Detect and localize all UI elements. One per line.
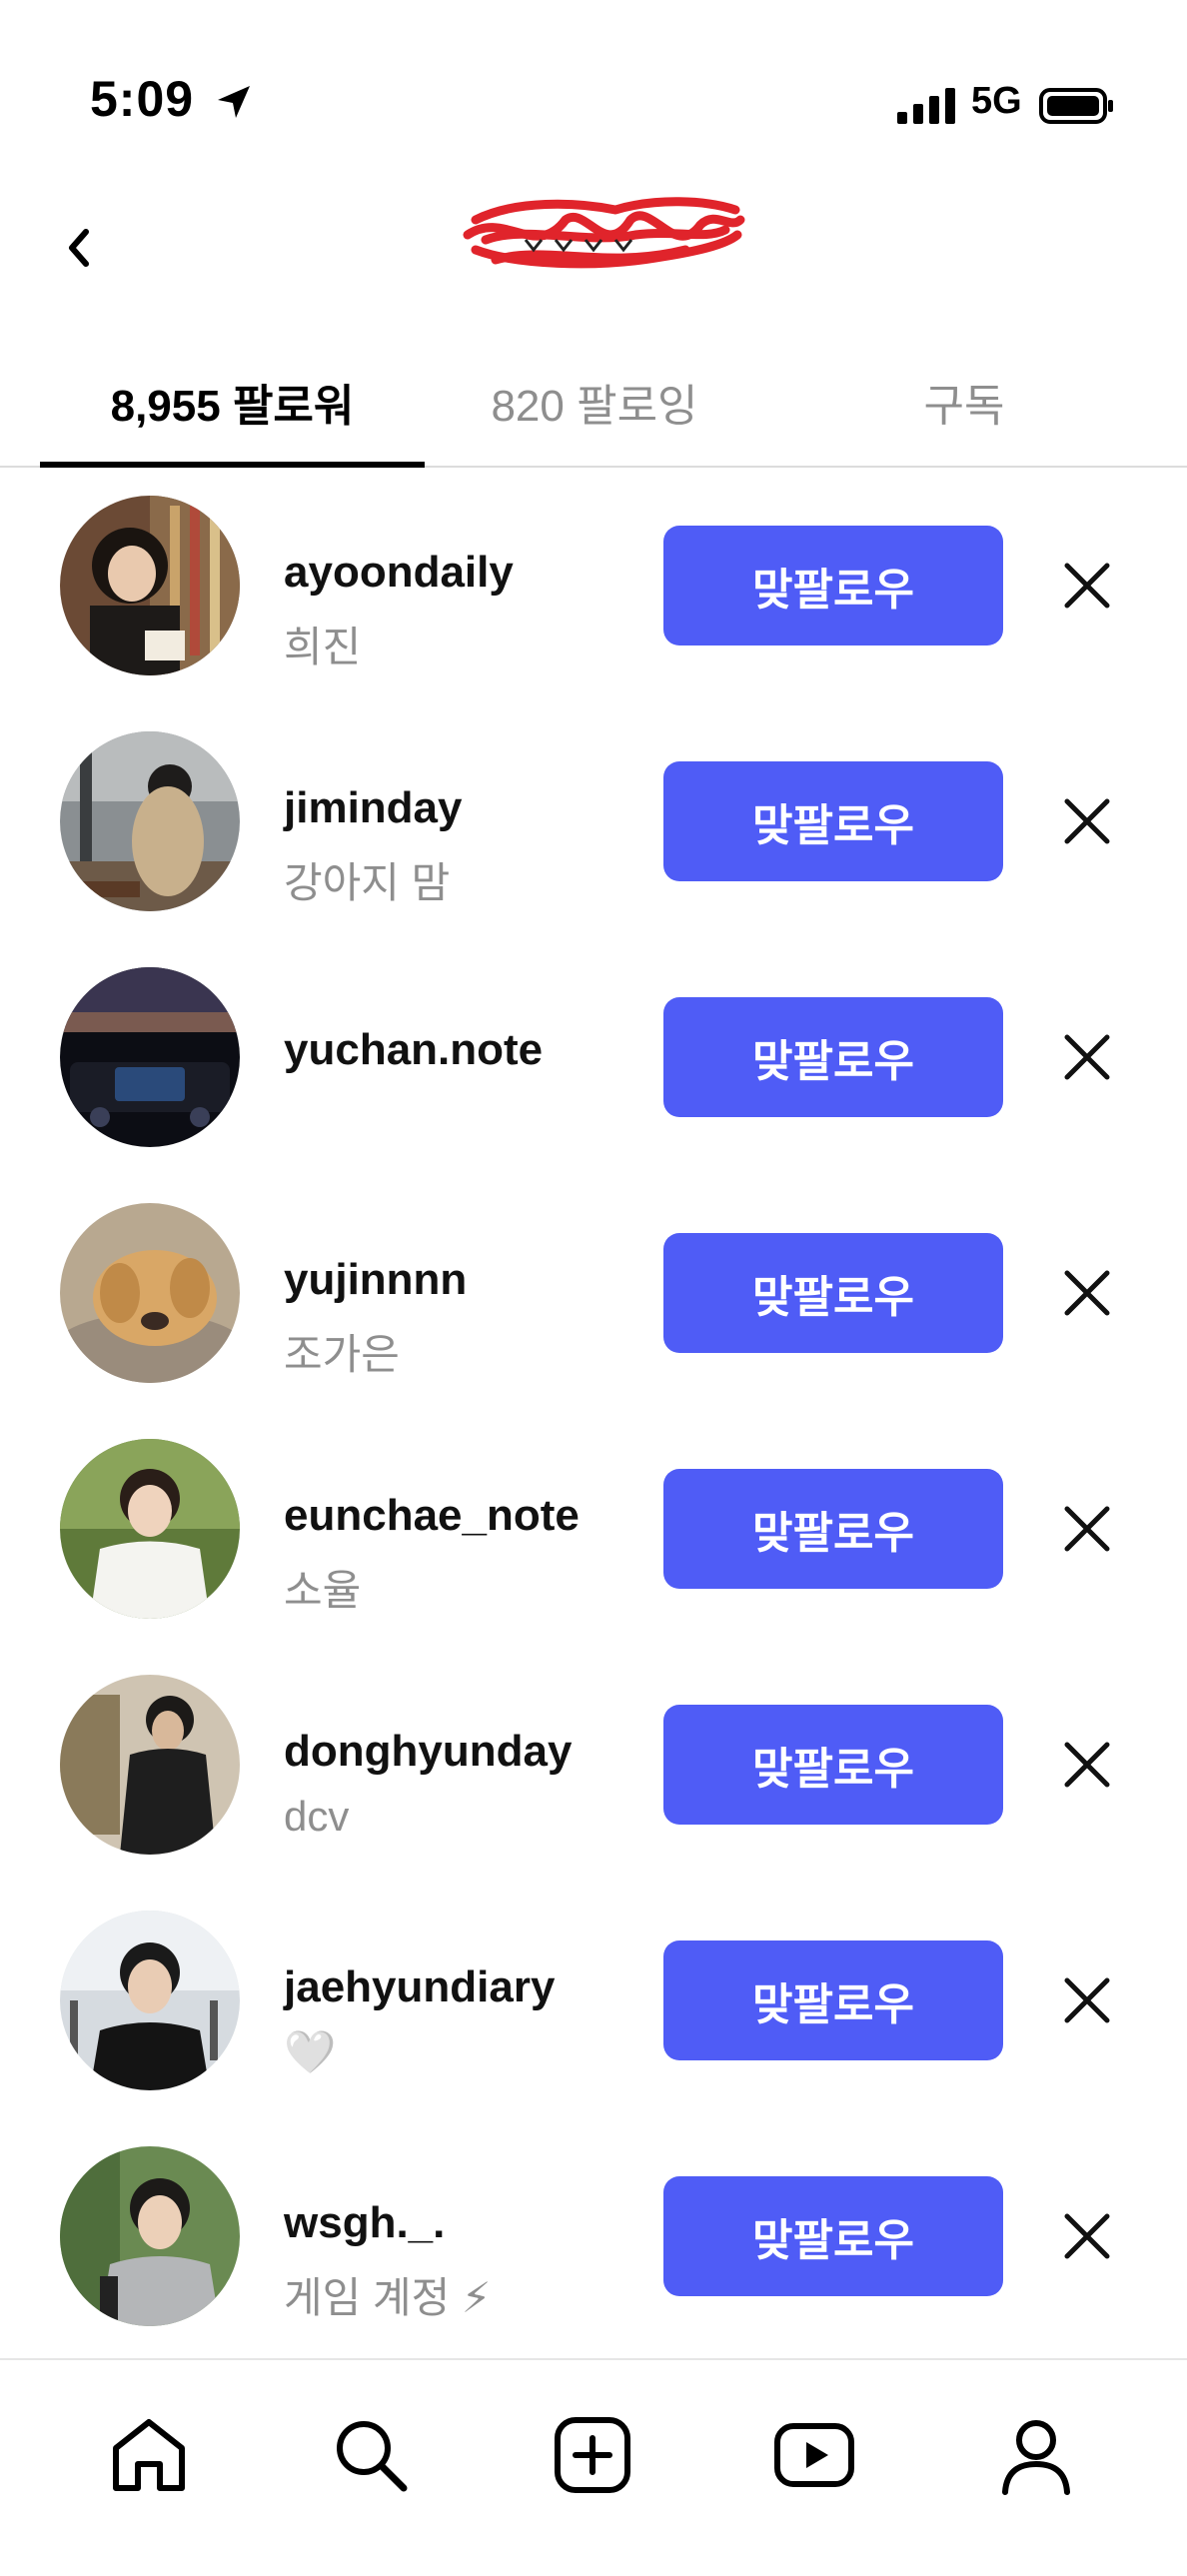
close-icon[interactable]: [1059, 793, 1115, 849]
signal-bars-icon: [897, 88, 955, 124]
status-bar: 5:09 5G: [0, 0, 1187, 170]
list-item[interactable]: donghyunday dcv 맞팔로우: [0, 1675, 1187, 1911]
follow-back-button[interactable]: 맞팔로우: [663, 2176, 1003, 2296]
avatar[interactable]: [60, 496, 240, 675]
close-icon[interactable]: [1059, 1265, 1115, 1321]
follow-tabs: 8,955 팔로워 820 팔로잉 구독: [0, 350, 1187, 468]
tab-subscriptions[interactable]: 구독: [779, 362, 1149, 442]
username[interactable]: jaehyundiary: [284, 1962, 555, 2012]
list-item[interactable]: yuchan.note 맞팔로우: [0, 967, 1187, 1203]
avatar[interactable]: [60, 1911, 240, 2090]
tab-followers[interactable]: 8,955 팔로워: [40, 362, 425, 442]
username[interactable]: wsgh._.: [284, 2198, 445, 2248]
display-name: 🤍: [284, 2028, 337, 2075]
search-icon: [337, 2421, 408, 2492]
nav-create[interactable]: [548, 2410, 637, 2500]
follow-back-button[interactable]: 맞팔로우: [663, 526, 1003, 645]
follow-back-button[interactable]: 맞팔로우: [663, 761, 1003, 881]
list-item[interactable]: wsgh._. 게임 계정 ⚡ 맞팔로우: [0, 2146, 1187, 2382]
avatar[interactable]: [60, 2146, 240, 2326]
battery-icon: [1039, 88, 1113, 124]
display-name: 게임 계정 ⚡: [284, 2274, 492, 2321]
username[interactable]: donghyunday: [284, 1727, 572, 1777]
home-icon: [113, 2419, 185, 2491]
close-icon[interactable]: [1059, 2208, 1115, 2264]
close-icon[interactable]: [1059, 1029, 1115, 1085]
username[interactable]: yuchan.note: [284, 1025, 543, 1075]
profile-icon: [1002, 2420, 1070, 2495]
network-label: 5G: [971, 80, 1022, 122]
back-button[interactable]: [60, 218, 100, 278]
display-name: 조가은: [284, 1331, 400, 1378]
nav-search[interactable]: [326, 2410, 416, 2500]
close-icon[interactable]: [1059, 1737, 1115, 1793]
create-icon: [555, 2417, 630, 2493]
follow-back-button[interactable]: 맞팔로우: [663, 1469, 1003, 1589]
status-time: 5:09: [90, 71, 195, 127]
redacted-title-scribble: [463, 197, 745, 269]
avatar[interactable]: [60, 731, 240, 911]
follow-back-button[interactable]: 맞팔로우: [663, 997, 1003, 1117]
close-icon[interactable]: [1059, 1972, 1115, 2028]
active-tab-indicator: [40, 462, 425, 468]
avatar[interactable]: [60, 1439, 240, 1619]
reels-icon: [774, 2423, 854, 2487]
avatar[interactable]: [60, 1675, 240, 1855]
tab-following[interactable]: 820 팔로잉: [425, 362, 764, 442]
display-name: 소율: [284, 1567, 362, 1614]
username[interactable]: jiminday: [284, 783, 463, 833]
list-item[interactable]: ayoondaily 희진 맞팔로우: [0, 496, 1187, 731]
avatar[interactable]: [60, 1203, 240, 1383]
nav-profile[interactable]: [991, 2410, 1081, 2500]
username[interactable]: ayoondaily: [284, 548, 514, 598]
follow-back-button[interactable]: 맞팔로우: [663, 1233, 1003, 1353]
username[interactable]: eunchae_note: [284, 1491, 580, 1541]
location-arrow-icon: [218, 86, 250, 118]
list-item[interactable]: yujinnnn 조가은 맞팔로우: [0, 1203, 1187, 1439]
follow-back-button[interactable]: 맞팔로우: [663, 1940, 1003, 2060]
nav-home[interactable]: [104, 2410, 194, 2500]
display-name: 강아지 맘: [284, 859, 451, 906]
list-item[interactable]: jiminday 강아지 맘 맞팔로우: [0, 731, 1187, 967]
follow-back-button[interactable]: 맞팔로우: [663, 1705, 1003, 1825]
avatar[interactable]: [60, 967, 240, 1147]
display-name: dcv: [284, 1793, 350, 1840]
nav-reels[interactable]: [769, 2410, 859, 2500]
close-icon[interactable]: [1059, 558, 1115, 614]
close-icon[interactable]: [1059, 1501, 1115, 1557]
username[interactable]: yujinnnn: [284, 1255, 467, 1305]
display-name: 희진: [284, 624, 362, 670]
bottom-navigation: [0, 2358, 1187, 2576]
list-item[interactable]: eunchae_note 소율 맞팔로우: [0, 1439, 1187, 1675]
list-item[interactable]: jaehyundiary 🤍 맞팔로우: [0, 1911, 1187, 2146]
